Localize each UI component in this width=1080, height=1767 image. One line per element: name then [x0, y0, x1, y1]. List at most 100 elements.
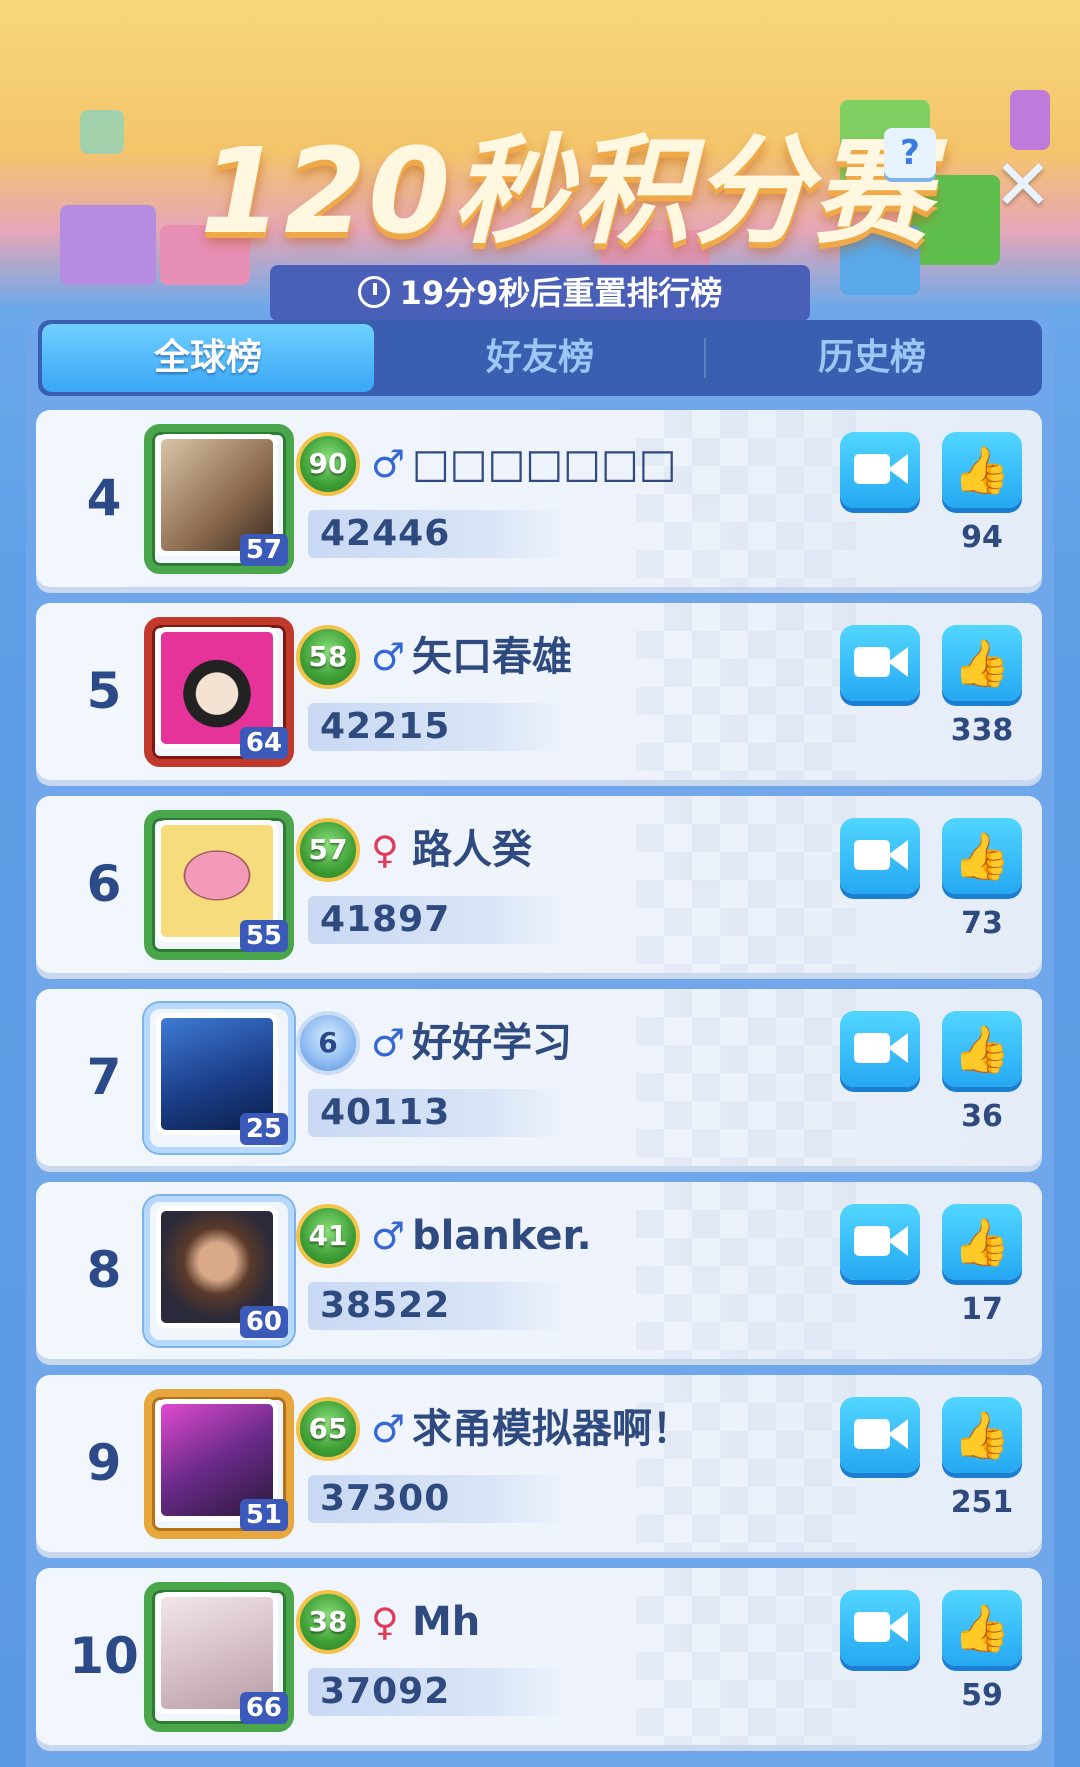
gender-icon: ♀ [371, 1600, 399, 1644]
avatar-level: 60 [239, 1306, 288, 1338]
like-button[interactable]: 👍 [942, 1590, 1022, 1666]
like-button[interactable]: 👍 [942, 818, 1022, 894]
avatar-level: 25 [239, 1113, 288, 1145]
player-score: 38522 [320, 1285, 451, 1326]
row-pattern [636, 796, 856, 973]
video-button[interactable] [840, 1204, 920, 1280]
video-camera-icon [888, 1226, 908, 1256]
level-badge: 38 [296, 1590, 360, 1654]
player-name: Mh [412, 1599, 481, 1645]
video-camera-icon [888, 1612, 908, 1642]
player-name: 路人癸 [412, 827, 532, 873]
avatar-level: 64 [239, 727, 288, 759]
list-item[interactable]: 10 66 38 ♀ Mh 37092 👍 59 [36, 1568, 1042, 1745]
video-camera-icon [888, 1033, 908, 1063]
tab-bar: 全球榜 好友榜 历史榜 [38, 320, 1042, 396]
video-button[interactable] [840, 1397, 920, 1473]
player-name: □□□□□□□ [412, 441, 677, 487]
gender-icon: ♀ [371, 828, 399, 872]
rank-number: 7 [86, 1048, 122, 1106]
level-badge: 6 [296, 1011, 360, 1075]
like-count: 36 [961, 1099, 1003, 1134]
rank-number: 4 [86, 469, 122, 527]
like-count: 94 [961, 520, 1003, 555]
help-button[interactable]: ? [884, 128, 936, 178]
level-badge: 90 [296, 432, 360, 496]
like-button[interactable]: 👍 [942, 625, 1022, 701]
rank-number: 5 [86, 662, 122, 720]
tab-global[interactable]: 全球榜 [42, 324, 374, 392]
level-badge: 57 [296, 818, 360, 882]
avatar-level: 66 [239, 1692, 288, 1724]
tab-history[interactable]: 历史榜 [706, 324, 1038, 392]
thumbs-up-icon: 👍 [953, 1215, 1011, 1269]
player-score: 42215 [320, 706, 451, 747]
tab-friends[interactable]: 好友榜 [374, 324, 706, 392]
list-item[interactable]: 6 55 57 ♀ 路人癸 41897 👍 73 [36, 796, 1042, 973]
avatar[interactable]: 57 [144, 424, 294, 574]
thumbs-up-icon: 👍 [953, 829, 1011, 883]
avatar[interactable]: 66 [144, 1582, 294, 1732]
row-pattern [636, 989, 856, 1166]
video-button[interactable] [840, 625, 920, 701]
video-button[interactable] [840, 818, 920, 894]
video-camera-icon [888, 454, 908, 484]
rank-number: 8 [86, 1241, 122, 1299]
avatar[interactable]: 60 [144, 1196, 294, 1346]
player-name: 好好学习 [412, 1020, 572, 1066]
player-name: blanker. [412, 1213, 592, 1259]
list-item[interactable]: 9 51 65 ♂ 求甬模拟器啊！ 37300 👍 251 [36, 1375, 1042, 1552]
row-pattern [636, 1182, 856, 1359]
gender-icon: ♂ [371, 1407, 406, 1451]
video-camera-icon [854, 647, 890, 677]
row-pattern [636, 1568, 856, 1745]
avatar[interactable]: 55 [144, 810, 294, 960]
player-name: 矢口春雄 [412, 634, 572, 680]
like-button[interactable]: 👍 [942, 1204, 1022, 1280]
video-button[interactable] [840, 432, 920, 508]
like-count: 73 [961, 906, 1003, 941]
video-camera-icon [854, 840, 890, 870]
avatar[interactable]: 64 [144, 617, 294, 767]
gender-icon: ♂ [371, 1021, 406, 1065]
video-camera-icon [888, 647, 908, 677]
avatar-level: 55 [239, 920, 288, 952]
like-button[interactable]: 👍 [942, 1011, 1022, 1087]
thumbs-up-icon: 👍 [953, 1408, 1011, 1462]
like-button[interactable]: 👍 [942, 1397, 1022, 1473]
player-name: 求甬模拟器啊！ [412, 1406, 692, 1452]
video-button[interactable] [840, 1011, 920, 1087]
player-score: 37300 [320, 1478, 451, 1519]
player-score: 42446 [320, 513, 451, 554]
reset-timer-banner: 19分9秒后重置排行榜 [270, 265, 810, 321]
clock-icon [357, 276, 390, 308]
page-title: 120秒积分赛 [200, 122, 933, 260]
like-count: 338 [950, 713, 1014, 748]
player-score: 41897 [320, 899, 451, 940]
thumbs-up-icon: 👍 [953, 443, 1011, 497]
rank-number: 9 [86, 1434, 122, 1492]
list-item[interactable]: 7 25 6 ♂ 好好学习 40113 👍 36 [36, 989, 1042, 1166]
close-icon[interactable]: ✕ [988, 150, 1058, 220]
player-score: 40113 [320, 1092, 451, 1133]
level-badge: 41 [296, 1204, 360, 1268]
like-count: 251 [950, 1485, 1014, 1520]
decor-block [1010, 90, 1050, 150]
video-button[interactable] [840, 1590, 920, 1666]
video-camera-icon [888, 840, 908, 870]
like-count: 17 [961, 1292, 1003, 1327]
list-item[interactable]: 5 64 58 ♂ 矢口春雄 42215 👍 338 [36, 603, 1042, 780]
player-score: 37092 [320, 1671, 451, 1712]
list-item[interactable]: 4 57 90 ♂ □□□□□□□ 42446 👍 94 [36, 410, 1042, 587]
avatar[interactable]: 25 [144, 1003, 294, 1153]
avatar[interactable]: 51 [144, 1389, 294, 1539]
gender-icon: ♂ [371, 442, 406, 486]
like-button[interactable]: 👍 [942, 432, 1022, 508]
like-count: 59 [961, 1678, 1003, 1713]
gender-icon: ♂ [371, 1214, 406, 1258]
video-camera-icon [854, 1612, 890, 1642]
decor-block [80, 110, 124, 154]
video-camera-icon [888, 1419, 908, 1449]
video-camera-icon [854, 1419, 890, 1449]
list-item[interactable]: 8 60 41 ♂ blanker. 38522 👍 17 [36, 1182, 1042, 1359]
